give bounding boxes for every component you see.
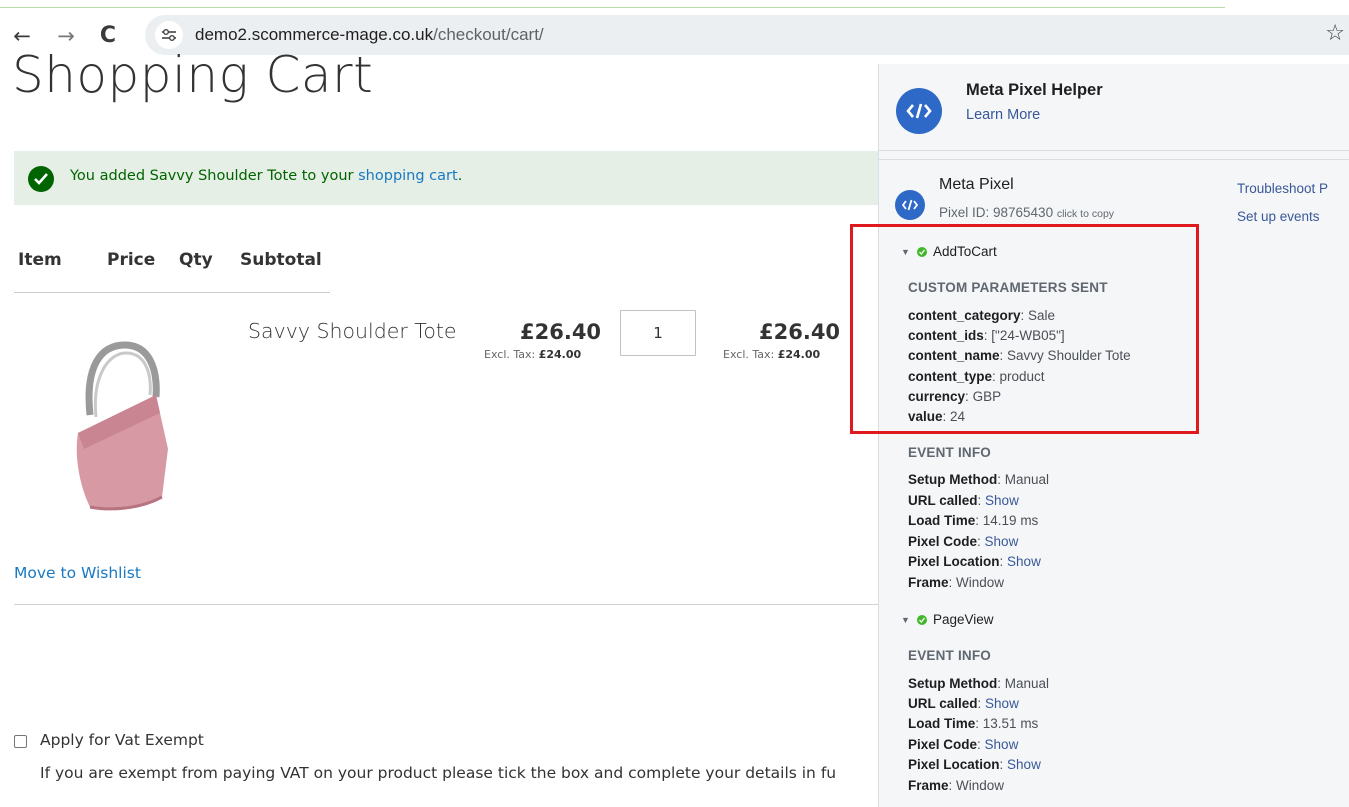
product-name-link[interactable]: Savvy Shoulder Tote [248,319,457,343]
excl-tax-value: £24.00 [777,348,821,361]
item-subtotal: £26.40 [759,320,841,344]
info-value: Manual [1004,676,1050,691]
pixel-name: Meta Pixel [939,176,1014,193]
show-pixel-location-link[interactable]: Show [1007,757,1041,772]
item-price-excl-tax: Excl. Tax: £24.00 [484,348,581,361]
show-pixel-code-link[interactable]: Show [985,737,1019,752]
column-header-item: Item [18,250,62,270]
page-title: Shopping Cart [12,46,374,104]
info-key: Setup Method [908,472,998,487]
url-path: /checkout/cart/ [433,25,544,44]
event-info-title: EVENT INFO [908,445,992,460]
info-value: 14.19 ms [982,513,1039,528]
popup-divider [879,150,1349,151]
info-row: Frame: Window [908,575,1005,590]
pixel-id[interactable]: Pixel ID: 98765430 click to copy [939,205,1114,220]
info-row: URL called: Show [908,696,1019,711]
column-header-subtotal: Subtotal [240,250,322,270]
url-text[interactable]: demo2.scommerce-mage.co.uk/checkout/cart… [195,25,544,45]
show-url-link[interactable]: Show [985,696,1019,711]
row-divider [14,604,880,605]
site-settings-icon[interactable] [155,21,183,49]
info-key: URL called [908,696,978,711]
item-price: £26.40 [520,320,602,344]
highlight-annotation-box [850,224,1199,434]
info-row: URL called: Show [908,493,1019,508]
info-value: Window [956,575,1005,590]
info-key: Pixel Location [908,554,1000,569]
info-key: Pixel Code [908,534,978,549]
column-header-price: Price [107,250,156,270]
show-pixel-code-link[interactable]: Show [985,534,1019,549]
excl-tax-value: £24.00 [538,348,582,361]
info-row: Setup Method: Manual [908,472,1050,487]
success-message: You added Savvy Shoulder Tote to your sh… [14,151,880,205]
troubleshoot-link[interactable]: Troubleshoot P [1237,181,1328,196]
excl-tax-label: Excl. Tax: [723,348,778,361]
checkmark-circle-icon [28,166,54,192]
vat-exempt-label[interactable]: Apply for Vat Exempt [40,731,204,749]
info-row: Setup Method: Manual [908,676,1050,691]
success-text-end: . [457,168,463,184]
info-value: Manual [1004,472,1050,487]
info-value: Window [956,778,1005,793]
info-row: Pixel Code: Show [908,737,1019,752]
meta-pixel-logo-icon [896,88,942,134]
info-row: Pixel Location: Show [908,554,1041,569]
url-domain: demo2.scommerce-mage.co.uk [195,25,434,44]
learn-more-link[interactable]: Learn More [966,107,1040,123]
popup-title: Meta Pixel Helper [966,81,1103,99]
pixel-id-text: Pixel ID: 98765430 [939,205,1054,220]
click-to-copy-hint[interactable]: click to copy [1057,208,1114,220]
info-key: Setup Method [908,676,998,691]
success-message-text: You added Savvy Shoulder Tote to your sh… [70,168,462,184]
info-key: Pixel Location [908,757,1000,772]
move-to-wishlist-link[interactable]: Move to Wishlist [14,564,141,582]
info-key: Frame [908,778,949,793]
bookmark-star-icon[interactable]: ☆ [1325,21,1345,46]
info-row: Pixel Location: Show [908,757,1041,772]
info-key: Pixel Code [908,737,978,752]
header-divider [14,292,330,293]
event-name: PageView [933,612,994,627]
expand-triangle-icon: ▼ [901,615,910,625]
set-up-events-link[interactable]: Set up events [1237,209,1320,224]
success-check-icon [917,615,927,625]
vat-exempt-checkbox[interactable] [14,735,27,748]
popup-header: Meta Pixel Helper Learn More [879,64,1349,150]
meta-pixel-helper-popup: Meta Pixel Helper Learn More Meta Pixel … [878,64,1349,807]
info-row: Frame: Window [908,778,1005,793]
info-value: 13.51 ms [982,716,1039,731]
shopping-cart-link[interactable]: shopping cart [358,168,458,184]
info-key: URL called [908,493,978,508]
popup-divider [879,159,1349,160]
show-url-link[interactable]: Show [985,493,1019,508]
subtotal-excl-tax: Excl. Tax: £24.00 [723,348,820,361]
info-row: Load Time: 14.19 ms [908,513,1039,528]
browser-top-strip [0,0,1225,8]
vat-exempt-description: If you are exempt from paying VAT on you… [40,764,837,782]
quantity-input[interactable]: 1 [620,310,696,356]
info-key: Load Time [908,716,976,731]
info-row: Pixel Code: Show [908,534,1019,549]
column-header-qty: Qty [179,250,213,270]
pixel-code-icon [895,190,925,220]
success-text: You added Savvy Shoulder Tote to your [70,168,359,184]
info-row: Load Time: 13.51 ms [908,716,1039,731]
info-key: Frame [908,575,949,590]
excl-tax-label: Excl. Tax: [484,348,539,361]
product-image[interactable] [30,337,202,527]
show-pixel-location-link[interactable]: Show [1007,554,1041,569]
info-key: Load Time [908,513,976,528]
event-info-title: EVENT INFO [908,648,992,663]
